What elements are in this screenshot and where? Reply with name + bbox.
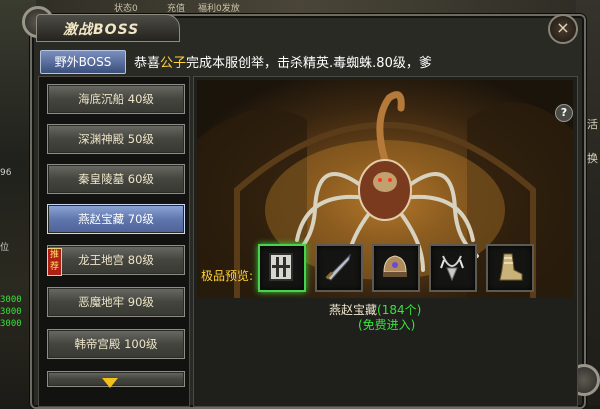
- window-title-tab: 激战BOSS: [36, 14, 180, 42]
- boss-map-item[interactable]: 秦皇陵墓 60级: [47, 164, 185, 194]
- field-boss-tab-button[interactable]: 野外BOSS: [40, 50, 126, 74]
- left-hud-label-0: 96: [0, 168, 12, 178]
- announcement-player: 公子: [160, 56, 187, 70]
- game-top-bar: 状态0 充值 福利0发放: [0, 0, 600, 14]
- boss-map-item[interactable]: 韩帝宫殿 100级: [47, 329, 185, 359]
- right-hud-label-1[interactable]: 换: [587, 150, 598, 166]
- preview-item-slot[interactable]: [315, 244, 363, 292]
- boots-icon: [499, 253, 523, 281]
- preview-item-slot[interactable]: [372, 244, 420, 292]
- sword-icon: [325, 253, 351, 281]
- boss-map-item[interactable]: 深渊神殿 50级: [47, 124, 185, 154]
- top-welfare-text: 福利0发放: [198, 4, 240, 14]
- announcement-suffix: 完成本服创举，击杀精英.毒蜘蛛.80级，爹: [186, 56, 432, 70]
- right-hud-label-0[interactable]: 活: [587, 116, 598, 132]
- top-status-text: 状态0: [114, 4, 138, 14]
- boss-map-item[interactable]: 海底沉船 40级: [47, 84, 185, 114]
- left-hud-number-1: 3000: [0, 307, 22, 317]
- boss-map-item[interactable]: 龙王地宫 80级: [47, 245, 185, 275]
- boss-map-item-selected[interactable]: 燕赵宝藏 70级: [47, 204, 185, 234]
- window-title: 激战BOSS: [63, 22, 140, 38]
- boss-map-list: 海底沉船 40级 深渊神殿 50级 秦皇陵墓 60级 燕赵宝藏 70级 龙王地宫…: [38, 76, 190, 407]
- announcement-prefix: 恭喜: [134, 56, 161, 70]
- help-icon[interactable]: ?: [555, 104, 573, 122]
- item-preview-label: 极品预览:: [201, 269, 254, 283]
- preview-item-slot[interactable]: [258, 244, 306, 292]
- left-hud-number-0: 3000: [0, 295, 22, 305]
- recommend-badge: 推荐: [47, 248, 62, 276]
- announcement-marquee: 恭喜公子完成本服创举，击杀精英.毒蜘蛛.80级，爹: [134, 52, 504, 70]
- selected-map-title: 燕赵宝藏: [329, 303, 378, 317]
- left-hud-number-2: 3000: [0, 319, 22, 329]
- boss-map-item[interactable]: 恶魔地牢 90级: [47, 287, 185, 317]
- close-button[interactable]: ×: [548, 14, 578, 44]
- preview-item-slot[interactable]: [429, 244, 477, 292]
- preview-item-slot[interactable]: [486, 244, 534, 292]
- top-recharge-text: 充值: [167, 4, 186, 14]
- helmet-icon: [383, 255, 407, 277]
- left-hud-label-1: 位: [0, 243, 10, 253]
- free-entry-link[interactable]: (免费进入): [358, 316, 415, 333]
- scroll-down-arrow-icon[interactable]: [102, 378, 118, 388]
- armor-icon: [269, 253, 293, 281]
- selected-map-boss-count: (184个): [377, 303, 422, 317]
- necklace-icon: [440, 255, 464, 282]
